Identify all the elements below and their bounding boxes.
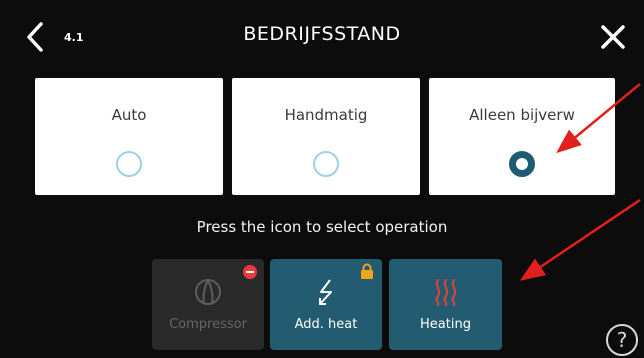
page-title: BEDRIJFSSTAND	[243, 23, 401, 45]
operating-mode-screen: 4.1 BEDRIJFSSTAND Auto Handmatig Alleen …	[0, 0, 644, 358]
add-heat-tile[interactable]: Add. heat	[270, 259, 382, 350]
close-icon	[601, 25, 625, 49]
question-mark-icon: ?	[616, 328, 628, 352]
tile-label: Heating	[420, 317, 471, 332]
heating-icon	[435, 279, 457, 306]
mode-option-manual[interactable]: Handmatig	[232, 78, 420, 195]
radio-button[interactable]	[313, 151, 339, 177]
radio-button[interactable]	[116, 151, 142, 177]
header-bar: 4.1 BEDRIJFSSTAND	[0, 0, 644, 72]
mode-label: Auto	[111, 106, 147, 124]
mode-option-auto[interactable]: Auto	[35, 78, 223, 195]
mode-option-add-heat-only[interactable]: Alleen bijverw	[429, 78, 615, 195]
compressor-icon	[195, 279, 221, 305]
lock-icon	[361, 263, 373, 279]
radio-button-selected[interactable]	[509, 151, 535, 177]
tile-label: Add. heat	[294, 317, 358, 332]
compressor-tile[interactable]: Compressor	[152, 259, 264, 350]
blocked-badge-icon	[243, 265, 257, 279]
tile-label: Compressor	[169, 317, 247, 332]
instruction-text: Press the icon to select operation	[196, 218, 448, 236]
mode-label: Alleen bijverw	[469, 106, 575, 124]
help-button[interactable]: ?	[606, 324, 638, 356]
operation-tiles: Compressor Add. heat Heating	[0, 259, 644, 351]
add-heat-icon	[319, 279, 332, 305]
mode-selector: Auto Handmatig Alleen bijverw	[35, 78, 615, 195]
heating-tile[interactable]: Heating	[389, 259, 502, 350]
close-button[interactable]	[600, 24, 626, 50]
mode-label: Handmatig	[284, 106, 368, 124]
